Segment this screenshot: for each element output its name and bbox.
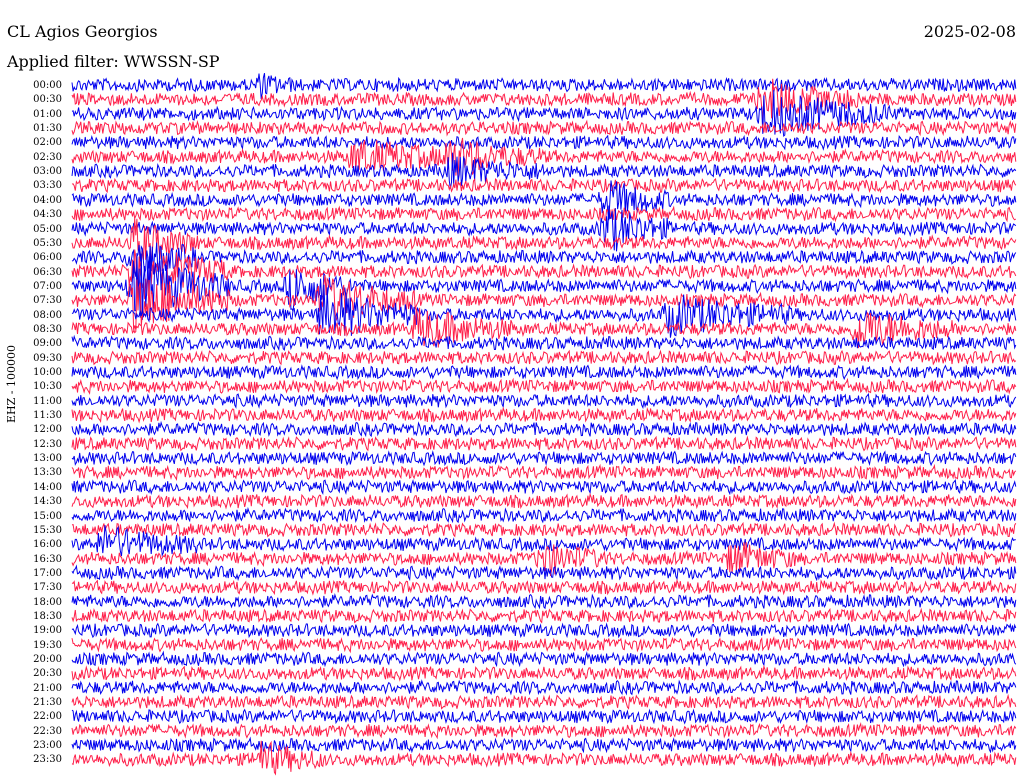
helicorder-plot — [71, 72, 1017, 780]
